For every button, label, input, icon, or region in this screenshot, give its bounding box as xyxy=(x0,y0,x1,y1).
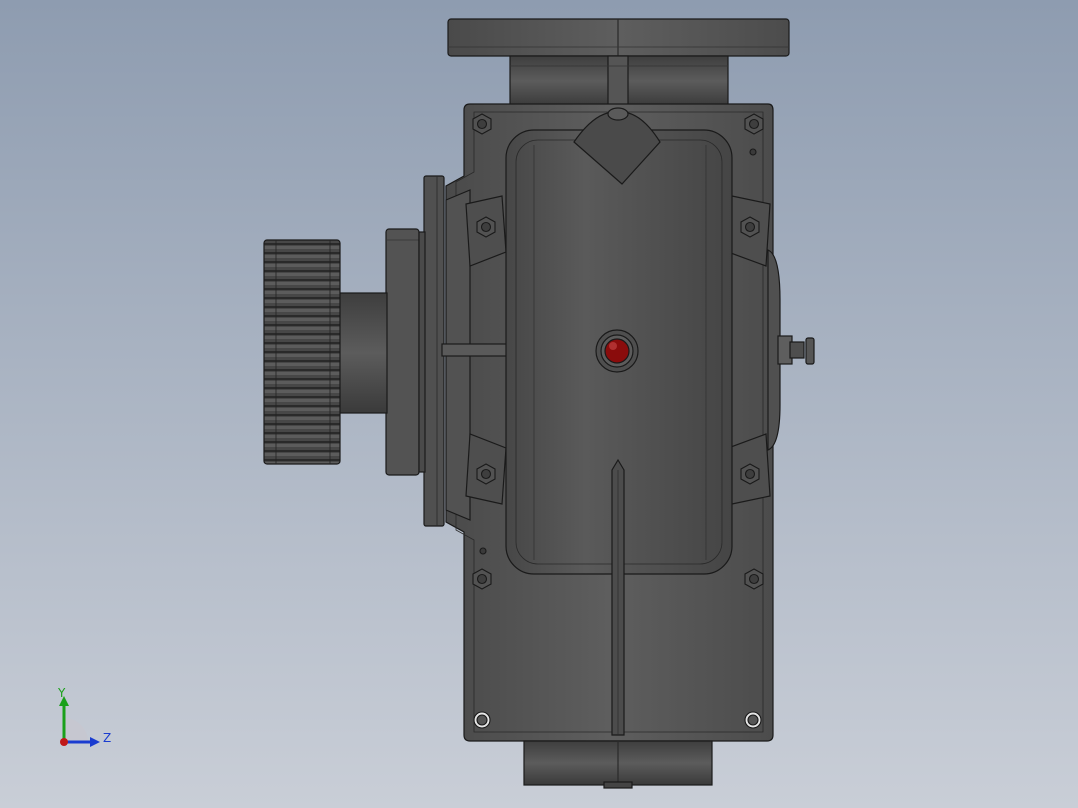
gearbox-model[interactable] xyxy=(0,0,1078,808)
bolt-head xyxy=(744,568,764,590)
orientation-triad: Y Z xyxy=(52,684,122,754)
axis-y-label: Y xyxy=(58,686,66,700)
input-shaft xyxy=(338,292,388,414)
bolt-head xyxy=(476,216,496,238)
bolt-head xyxy=(740,216,760,238)
bolt-head xyxy=(476,463,496,485)
side-flange xyxy=(423,175,445,527)
bolt-head xyxy=(472,113,492,135)
axis-z-label: Z xyxy=(103,731,112,745)
bolt-head xyxy=(744,113,764,135)
bolt-head xyxy=(472,568,492,590)
oil-sight-glass xyxy=(595,329,639,373)
graphics-viewport[interactable]: Y Z xyxy=(0,0,1078,808)
shaft-flange xyxy=(385,228,420,476)
drive-gear xyxy=(263,239,341,465)
bolt-head xyxy=(740,463,760,485)
